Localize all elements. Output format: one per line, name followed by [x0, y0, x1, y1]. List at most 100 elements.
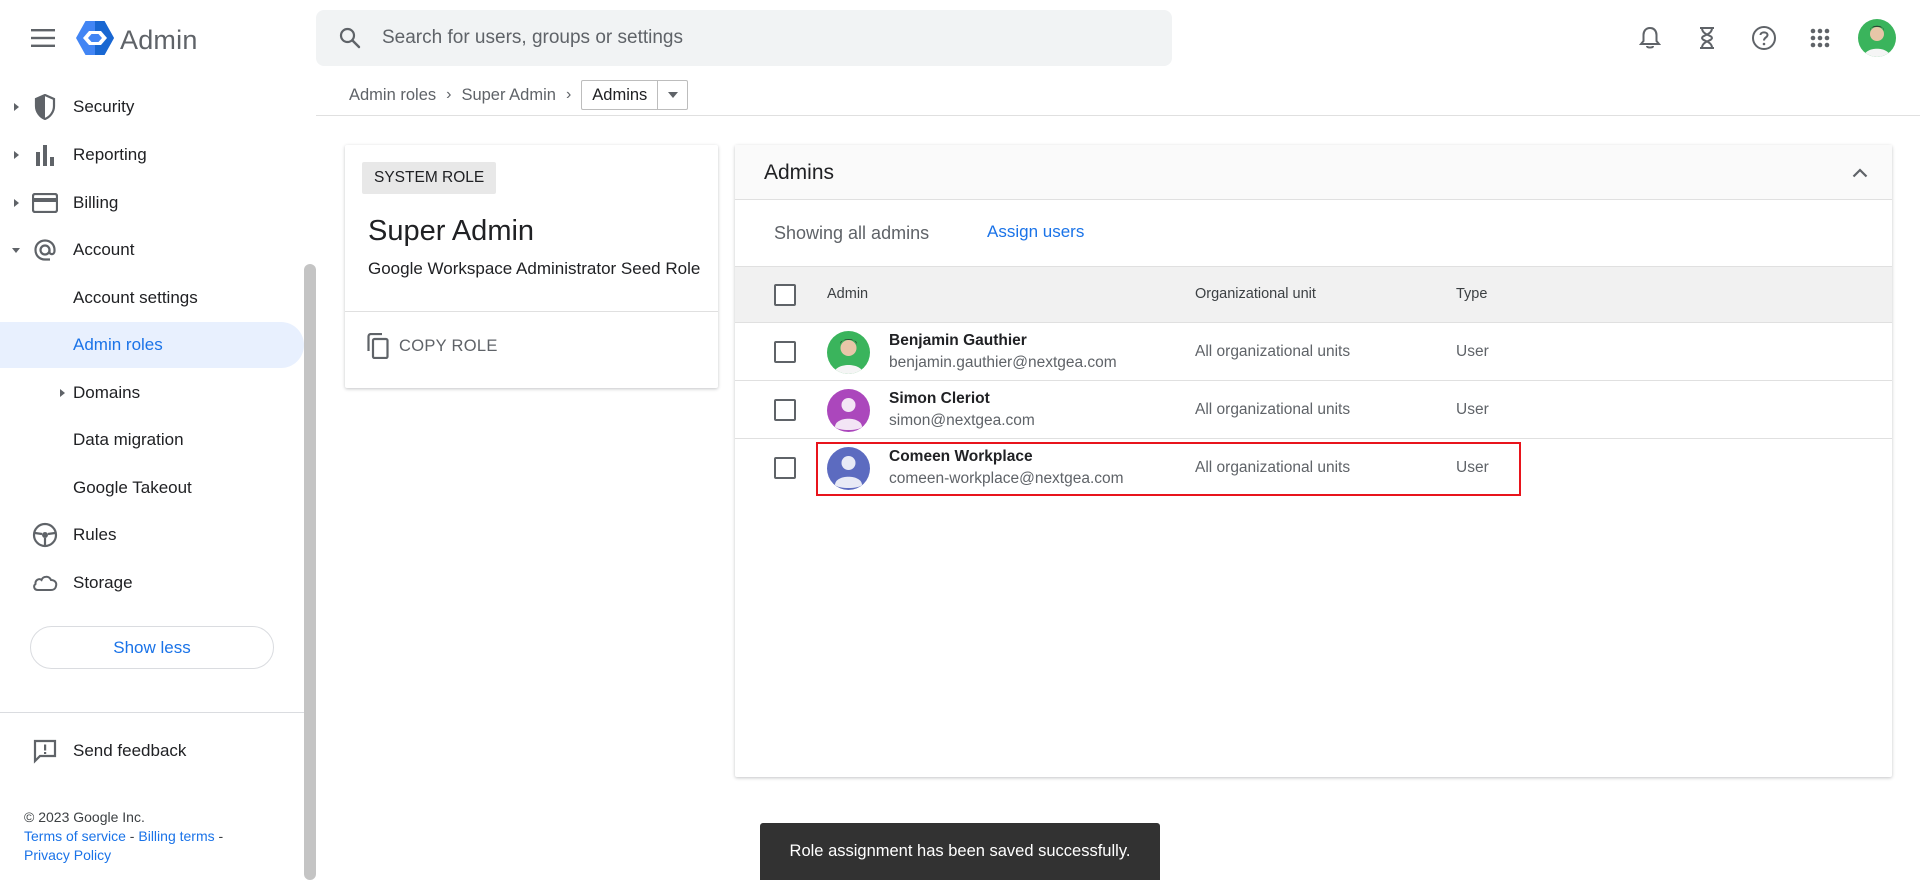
chevron-right-icon: ›	[565, 86, 572, 103]
sidebar-item-label: Admin roles	[73, 335, 163, 354]
column-header-org-unit[interactable]: Organizational unit	[1195, 286, 1316, 302]
admin-email: benjamin.gauthier@nextgea.com	[889, 354, 1117, 371]
search-input[interactable]	[382, 27, 1142, 49]
showing-all-admins-text: Showing all admins	[774, 223, 930, 243]
privacy-policy-link[interactable]: Privacy Policy	[24, 847, 111, 863]
header-actions	[1620, 16, 1920, 60]
column-header-type[interactable]: Type	[1456, 286, 1487, 302]
avatar	[827, 331, 870, 374]
sidebar-item-billing[interactable]: Billing	[0, 180, 304, 226]
admin-org-unit: All organizational units	[1195, 401, 1351, 418]
admins-panel-header[interactable]: Admins	[735, 145, 1892, 200]
sidebar-item-label: Storage	[73, 573, 133, 592]
row-checkbox[interactable]	[774, 399, 796, 421]
dropdown-arrow-icon[interactable]	[657, 81, 687, 109]
sidebar-item-label: Billing	[73, 193, 119, 212]
assign-users-button[interactable]: Assign users	[987, 222, 1084, 242]
column-header-admin[interactable]: Admin	[827, 286, 868, 302]
footer-separator: -	[214, 828, 224, 844]
role-card-divider	[345, 311, 718, 312]
google-admin-hexagon-icon	[76, 20, 114, 61]
table-row[interactable]: Simon Cleriot simon@nextgea.com All orga…	[735, 381, 1892, 439]
sidebar-footer: © 2023 Google Inc. Terms of service - Bi…	[24, 808, 223, 865]
breadcrumb-super-admin[interactable]: Super Admin	[461, 86, 555, 105]
admin-name: Benjamin Gauthier	[889, 332, 1027, 349]
bar-chart-icon	[30, 140, 60, 170]
billing-terms-link[interactable]: Billing terms	[138, 828, 214, 844]
breadcrumb-admin-roles[interactable]: Admin roles	[349, 86, 436, 105]
copy-icon	[367, 333, 389, 359]
sidebar-item-security[interactable]: Security	[0, 84, 304, 130]
content-divider	[316, 115, 1920, 116]
table-row[interactable]: Benjamin Gauthier benjamin.gauthier@next…	[735, 323, 1892, 381]
credit-card-icon	[30, 188, 60, 218]
sidebar-item-admin-roles[interactable]: Admin roles	[0, 322, 304, 368]
expand-arrow-icon	[14, 103, 19, 111]
expand-arrow-icon	[14, 199, 19, 207]
snackbar-message: Role assignment has been saved successfu…	[789, 842, 1131, 860]
apps-grid-icon[interactable]	[1798, 16, 1842, 60]
hourglass-icon[interactable]	[1685, 16, 1729, 60]
sidebar-divider	[0, 712, 304, 713]
rules-icon	[30, 520, 60, 550]
cloud-icon	[30, 568, 60, 598]
select-all-checkbox[interactable]	[774, 284, 796, 306]
table-header-row: Admin Organizational unit Type	[735, 266, 1892, 323]
hamburger-menu-icon[interactable]	[24, 22, 62, 54]
avatar	[827, 389, 870, 432]
sidebar-item-label: Reporting	[73, 145, 147, 164]
role-description: Google Workspace Administrator Seed Role	[368, 259, 701, 278]
role-title: Super Admin	[368, 215, 535, 247]
footer-separator: -	[125, 828, 139, 844]
sidebar-item-reporting[interactable]: Reporting	[0, 132, 304, 178]
row-checkbox[interactable]	[774, 457, 796, 479]
sidebar-item-domains[interactable]: Domains	[0, 370, 304, 416]
help-icon[interactable]	[1742, 16, 1786, 60]
snackbar: Role assignment has been saved successfu…	[760, 823, 1160, 880]
admin-logo[interactable]: Admin	[76, 20, 198, 61]
expand-arrow-icon	[14, 151, 19, 159]
search-bar[interactable]	[316, 10, 1172, 66]
expand-arrow-icon	[60, 389, 65, 397]
notifications-icon[interactable]	[1628, 16, 1672, 60]
chevron-right-icon: ›	[446, 86, 452, 103]
chevron-up-icon[interactable]	[1846, 159, 1874, 187]
sidebar-item-label: Account	[73, 240, 135, 259]
admin-org-unit: All organizational units	[1195, 343, 1351, 360]
sidebar-item-label: Google Takeout	[73, 478, 192, 497]
sidebar-item-google-takeout[interactable]: Google Takeout	[0, 465, 304, 511]
copy-role-label: COPY ROLE	[399, 336, 498, 355]
show-less-button[interactable]: Show less	[30, 626, 274, 669]
role-card: SYSTEM ROLE Super Admin Google Workspace…	[345, 145, 718, 388]
admin-name: Simon Cleriot	[889, 390, 990, 407]
at-sign-icon	[30, 235, 60, 265]
breadcrumb-current-label: Admins	[592, 85, 648, 104]
sidebar-item-label: Account settings	[73, 288, 198, 307]
account-avatar[interactable]	[1855, 16, 1899, 60]
top-app-bar: Admin	[0, 0, 1920, 76]
shield-icon	[30, 92, 60, 122]
send-feedback-link[interactable]: Send feedback	[0, 728, 304, 774]
sidebar-item-storage[interactable]: Storage	[0, 560, 304, 606]
app-title: Admin	[120, 25, 198, 55]
sidebar-scrollbar[interactable]	[304, 264, 316, 880]
breadcrumb-current-select[interactable]: Admins	[581, 80, 689, 110]
feedback-icon	[30, 736, 60, 766]
terms-of-service-link[interactable]: Terms of service	[24, 828, 126, 844]
breadcrumb: Admin roles › Super Admin › Admins	[349, 80, 689, 110]
sidebar-item-label: Rules	[73, 525, 117, 544]
sidebar-item-data-migration[interactable]: Data migration	[0, 417, 304, 463]
search-icon[interactable]	[322, 10, 378, 66]
sidebar-item-label: Data migration	[73, 430, 184, 449]
copyright-text: © 2023 Google Inc.	[24, 809, 145, 825]
sidebar-item-account[interactable]: Account	[0, 227, 304, 273]
highlight-box	[816, 442, 1521, 496]
row-checkbox[interactable]	[774, 341, 796, 363]
send-feedback-label: Send feedback	[73, 741, 187, 760]
admin-email: simon@nextgea.com	[889, 412, 1035, 429]
admins-panel-title: Admins	[764, 161, 835, 184]
sidebar-item-account-settings[interactable]: Account settings	[0, 275, 304, 321]
sidebar-item-label: Security	[73, 97, 135, 116]
copy-role-button[interactable]: COPY ROLE	[367, 333, 498, 359]
sidebar-item-rules[interactable]: Rules	[0, 512, 304, 558]
